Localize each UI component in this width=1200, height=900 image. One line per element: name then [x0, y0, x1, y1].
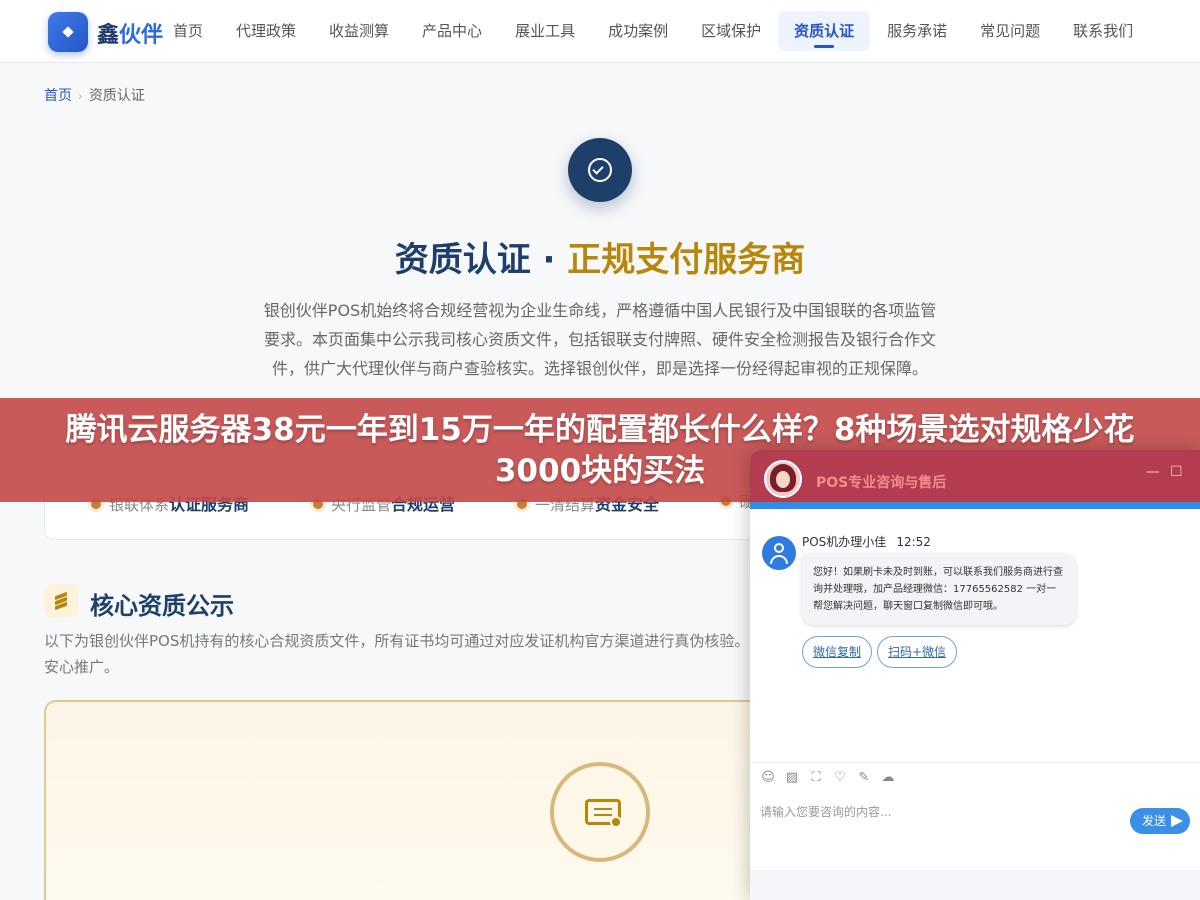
nav-item-products[interactable]: 产品中心 — [406, 11, 498, 51]
certificate-icon — [550, 762, 650, 862]
wechat-icon[interactable]: ☁ — [880, 770, 896, 786]
minimize-icon[interactable]: — — [1146, 464, 1160, 480]
breadcrumb-current: 资质认证 — [88, 88, 145, 104]
chat-toolbar: ☺ ▨ ⛶ ♡ ✎ ☁ — [760, 770, 904, 786]
chat-message-input[interactable] — [760, 800, 1120, 824]
agent-avatar — [764, 460, 802, 498]
section-title: 核心资质公示 — [90, 592, 234, 620]
nav-item-agent-policy[interactable]: 代理政策 — [220, 11, 312, 51]
breadcrumb-separator: › — [78, 89, 83, 103]
logo-icon[interactable] — [48, 12, 88, 52]
nav-item-certification[interactable]: 资质认证 — [778, 11, 871, 51]
quick-reply-copy-wechat[interactable]: 微信复制 — [802, 636, 873, 668]
chat-accent-bar — [750, 502, 1200, 509]
nav-item-faq[interactable]: 常见问题 — [964, 11, 1056, 51]
nav-item-income-calc[interactable]: 收益测算 — [313, 11, 405, 51]
breadcrumb: 首页 › 资质认证 — [44, 85, 145, 105]
maximize-icon[interactable]: ☐ — [1170, 464, 1183, 480]
nav-item-contact[interactable]: 联系我们 — [1057, 11, 1149, 51]
chat-header: POS专业咨询与售后 — ☐ — [750, 450, 1200, 502]
page-title: 资质认证 · 正规支付服务商 — [394, 240, 806, 280]
hero-description: 银创伙伴POS机始终将合规经营视为企业生命线，严格遵循中国人民银行及中国银联的各… — [263, 301, 937, 378]
send-button[interactable]: 发送 — [1130, 808, 1190, 834]
user-avatar-icon — [762, 536, 796, 570]
chat-divider — [750, 762, 1200, 763]
nav-item-cases[interactable]: 成功案例 — [592, 11, 684, 51]
breadcrumb-home[interactable]: 首页 — [44, 88, 72, 104]
nav-item-tools[interactable]: 展业工具 — [499, 11, 591, 51]
send-arrow-icon — [1171, 815, 1183, 827]
image-icon[interactable]: ▨ — [784, 770, 800, 786]
nav-item-home[interactable]: 首页 — [157, 11, 219, 51]
nav-item-service[interactable]: 服务承诺 — [871, 11, 963, 51]
edit-icon[interactable]: ✎ — [856, 770, 872, 786]
quick-reply-scan-wechat[interactable]: 扫码+微信 — [877, 636, 958, 668]
screenshot-icon[interactable]: ⛶ — [808, 770, 824, 786]
nav-item-region[interactable]: 区域保护 — [685, 11, 777, 51]
message-bubble: 您好！如果刷卡未及时到账，可以联系我们服务商进行查询并处理哦，加产品经理微信：1… — [802, 554, 1076, 625]
check-circle-icon — [568, 138, 632, 202]
layers-icon — [44, 584, 78, 618]
message-time: 12:52 — [896, 535, 931, 549]
rating-icon[interactable]: ♡ — [832, 770, 848, 786]
chat-title: POS专业咨询与售后 — [816, 475, 947, 491]
chat-widget: POS专业咨询与售后 — ☐ POS机办理小佳 12:52 您好！如果刷卡未及时到… — [750, 450, 1200, 900]
logo-text[interactable]: 鑫伙伴 — [97, 17, 163, 49]
message-sender: POS机办理小佳 12:52 — [802, 535, 931, 549]
main-nav: 首页 代理政策 收益测算 产品中心 展业工具 成功案例 区域保护 资质认证 服务… — [157, 11, 1150, 51]
emoji-icon[interactable]: ☺ — [760, 770, 776, 786]
top-header: 鑫伙伴 首页 代理政策 收益测算 产品中心 展业工具 成功案例 区域保护 资质认… — [0, 0, 1200, 63]
chat-footer — [750, 870, 1200, 900]
